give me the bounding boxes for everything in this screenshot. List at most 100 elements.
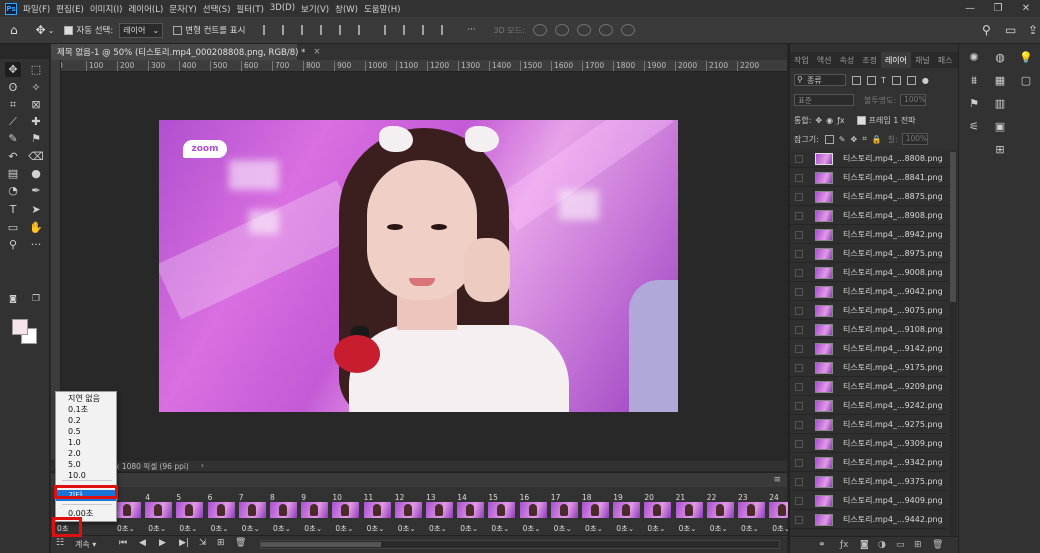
patterns-icon[interactable]: ▣ bbox=[993, 121, 1007, 133]
clone-source-icon[interactable]: ⚑ bbox=[967, 98, 981, 110]
align-right-icon[interactable] bbox=[301, 25, 313, 35]
canvas-image[interactable]: zoom bbox=[159, 120, 678, 412]
eraser-tool-icon[interactable]: ⌫ bbox=[28, 149, 44, 164]
align-center-icon[interactable] bbox=[282, 25, 294, 35]
delay-option[interactable]: 0.2 bbox=[56, 415, 116, 426]
frame-delay[interactable]: 0초⌄ bbox=[398, 523, 416, 534]
timeline-frame[interactable]: 14 0초⌄ bbox=[456, 493, 485, 533]
marquee-tool-icon[interactable]: ⬚ bbox=[28, 62, 44, 77]
timeline-frame[interactable]: 21 0초⌄ bbox=[675, 493, 704, 533]
frame-delay[interactable]: 0초⌄ bbox=[273, 523, 291, 534]
layer-row[interactable]: 티스토리.mp4_...9175.png bbox=[790, 359, 948, 377]
propagate-frame-checkbox[interactable] bbox=[856, 115, 866, 125]
timeline-frame[interactable]: 15 0초⌄ bbox=[487, 493, 516, 533]
adjustment-filter-icon[interactable] bbox=[867, 75, 876, 85]
eyedropper-icon[interactable]: ⟋ bbox=[5, 114, 21, 129]
timeline-frame[interactable]: 23 0초⌄ bbox=[737, 493, 766, 534]
panel-tab[interactable]: 채널 bbox=[911, 52, 934, 68]
shape-tool-icon[interactable]: ▭ bbox=[5, 220, 21, 235]
visibility-toggle[interactable] bbox=[795, 458, 803, 467]
align-left-icon[interactable] bbox=[263, 25, 275, 35]
path-select-icon[interactable]: ➤ bbox=[28, 202, 44, 217]
timeline-frame[interactable]: 19 0초⌄ bbox=[612, 493, 641, 533]
color-icon[interactable]: ◍ bbox=[993, 52, 1007, 64]
layer-row[interactable]: 티스토리.mp4_...9275.png bbox=[790, 416, 948, 434]
blur-tool-icon[interactable]: ● bbox=[28, 166, 44, 181]
frame-delay[interactable]: 0초⌄ bbox=[429, 523, 447, 534]
timeline-menu-icon[interactable]: ≡ bbox=[773, 475, 781, 485]
visibility-toggle[interactable] bbox=[795, 211, 803, 220]
layer-row[interactable]: 티스토리.mp4_...9008.png bbox=[790, 264, 948, 282]
fill-field[interactable]: 100% bbox=[901, 133, 928, 145]
convert-timeline-icon[interactable]: ☷ bbox=[56, 538, 64, 548]
layer-filter-select[interactable]: ⚲ 종류 bbox=[794, 74, 846, 86]
layer-row[interactable]: 티스토리.mp4_...8975.png bbox=[790, 245, 948, 263]
layer-row[interactable]: 티스토리.mp4_...9209.png bbox=[790, 378, 948, 396]
layer-row[interactable]: 티스토리.mp4_...9342.png bbox=[790, 454, 948, 472]
timeline-frame[interactable]: 13 0초⌄ bbox=[425, 493, 454, 534]
layer-row[interactable]: 티스토리.mp4_...9075.png bbox=[790, 302, 948, 320]
panel-tab[interactable]: 액션 bbox=[813, 52, 836, 68]
lock-image-icon[interactable]: ✎ bbox=[839, 135, 846, 144]
visibility-toggle[interactable] bbox=[795, 496, 803, 505]
timeline-scrollbar[interactable] bbox=[260, 540, 780, 549]
delay-option[interactable]: 5.0 bbox=[56, 459, 116, 470]
align-bottom-icon[interactable] bbox=[358, 25, 370, 35]
screen-mode-icon[interactable]: ❐ bbox=[28, 291, 44, 306]
pixel-filter-icon[interactable] bbox=[852, 75, 861, 85]
workspace-icon[interactable]: ▭ bbox=[1005, 23, 1016, 37]
home-icon[interactable]: ⌂ bbox=[10, 23, 18, 37]
timeline-frame[interactable]: 9 0초⌄ bbox=[300, 493, 329, 533]
visibility-toggle[interactable] bbox=[795, 401, 803, 410]
adjustments-icon[interactable]: ⚟ bbox=[967, 121, 981, 133]
new-layer-icon[interactable]: ⊞ bbox=[914, 540, 922, 550]
menu-item[interactable]: 필터(T) bbox=[236, 3, 269, 15]
timeline-frame[interactable]: 18 0초⌄ bbox=[581, 493, 610, 533]
distribute-icon[interactable] bbox=[384, 25, 396, 35]
type-filter-icon[interactable]: T bbox=[881, 76, 886, 85]
panel-tab[interactable]: 레이어 bbox=[880, 52, 912, 68]
blend-mode-select[interactable]: 표준 bbox=[794, 94, 854, 106]
scrollbar-thumb[interactable] bbox=[261, 542, 381, 547]
visibility-toggle[interactable] bbox=[795, 325, 803, 334]
brush-settings-icon[interactable]: ✺ bbox=[967, 52, 981, 64]
frame-delay[interactable]: 0초⌄ bbox=[367, 523, 385, 534]
menu-item[interactable]: 편집(E) bbox=[56, 3, 90, 15]
timeline-frame[interactable]: 22 0초⌄ bbox=[706, 493, 735, 533]
frame-delay[interactable]: 0초⌄ bbox=[741, 523, 759, 534]
frame-delay[interactable]: 0초⌄ bbox=[523, 523, 541, 534]
visibility-toggle[interactable] bbox=[795, 173, 803, 182]
timeline-frame[interactable]: 11 0초⌄ bbox=[363, 493, 392, 534]
libraries-icon[interactable]: ▢ bbox=[1019, 75, 1033, 87]
layer-row[interactable]: 티스토리.mp4_...9409.png bbox=[790, 492, 948, 510]
layer-row[interactable]: 티스토리.mp4_...8942.png bbox=[790, 226, 948, 244]
layer-row[interactable]: 티스토리.mp4_...9142.png bbox=[790, 340, 948, 358]
timeline-frame[interactable]: 16 0초⌄ bbox=[519, 493, 548, 534]
add-mask-icon[interactable]: ◙ bbox=[860, 540, 869, 550]
visibility-toggle[interactable] bbox=[795, 306, 803, 315]
menu-item[interactable]: 선택(S) bbox=[203, 3, 237, 15]
shape-filter-icon[interactable] bbox=[891, 75, 901, 85]
timeline-frame[interactable]: 20 0초⌄ bbox=[643, 493, 672, 534]
distribute-horizontal-icon[interactable] bbox=[422, 25, 434, 35]
layers-scrollbar[interactable] bbox=[949, 150, 957, 540]
layer-row[interactable]: 티스토리.mp4_...9042.png bbox=[790, 283, 948, 301]
learn-icon[interactable]: 💡 bbox=[1019, 52, 1033, 64]
visibility-toggle[interactable] bbox=[795, 515, 803, 524]
visibility-toggle[interactable] bbox=[795, 363, 803, 372]
gradient-tool-icon[interactable]: ▤ bbox=[5, 166, 21, 181]
delete-layer-icon[interactable]: 🗑 bbox=[932, 540, 943, 550]
healing-brush-icon[interactable]: ✚ bbox=[28, 114, 44, 129]
frame-delay[interactable]: 0초⌄ bbox=[647, 523, 665, 534]
move-tool-icon[interactable]: ✥ bbox=[36, 23, 46, 37]
lock-artboard-icon[interactable]: ⌗ bbox=[862, 134, 867, 144]
share-icon[interactable]: ⇪ bbox=[1028, 23, 1038, 37]
distribute-vertical-icon[interactable] bbox=[403, 25, 415, 35]
next-frame-icon[interactable]: ▶| bbox=[179, 538, 189, 548]
unify-position-icon[interactable]: ✥ bbox=[815, 116, 822, 125]
history-brush-icon[interactable]: ↶ bbox=[5, 149, 21, 164]
move-tool-icon[interactable]: ✥ bbox=[5, 62, 21, 77]
new-frame-icon[interactable]: ⊞ bbox=[217, 538, 225, 548]
brush-tool-icon[interactable]: ✎ bbox=[5, 131, 21, 146]
timeline-frame[interactable]: 6 0초⌄ bbox=[207, 493, 236, 533]
